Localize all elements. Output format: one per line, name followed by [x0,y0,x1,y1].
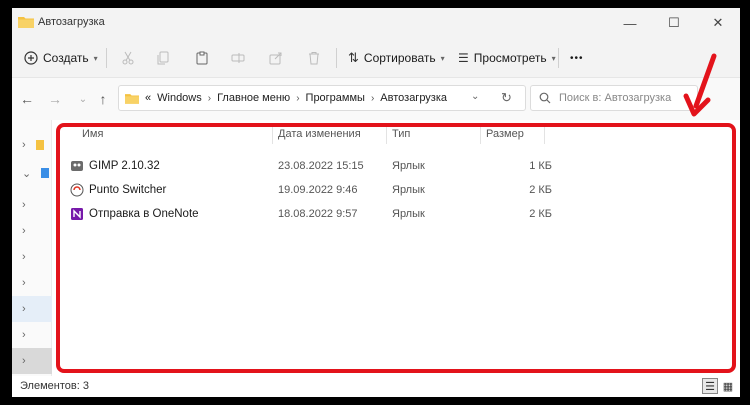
plus-circle-icon [24,51,38,65]
share-icon[interactable] [266,48,286,68]
search-input[interactable]: Поиск в: Автозагрузка [530,85,698,111]
nav-expand-chevron[interactable]: › [12,132,52,158]
chevron-right-icon: › [370,92,375,104]
file-row[interactable]: Отправка в OneNote 18.08.2022 9:57 Ярлык… [70,202,570,226]
navigation-pane: › ⌄ › › › › › › › [12,120,52,376]
column-header-type[interactable]: Тип [392,124,410,144]
nav-collapse-chevron[interactable]: ⌄ [12,160,52,186]
back-button[interactable]: ← [18,90,36,108]
create-button[interactable]: Создать ▾ [24,46,98,70]
nav-expand-chevron[interactable]: › [12,348,52,374]
rename-icon[interactable] [228,48,248,68]
forward-button[interactable]: → [46,90,64,108]
explorer-window: Автозагрузка — ☐ ✕ Создать ▾ ⇅ Сортирова… [12,8,740,397]
column-header-date[interactable]: Дата изменения [278,124,361,144]
paste-icon[interactable] [192,48,212,68]
view-button[interactable]: ☰ Просмотреть ▾ [458,46,556,70]
file-type: Ярлык [392,208,425,220]
minimize-button[interactable]: — [608,8,652,38]
sort-icon: ⇅ [348,50,359,65]
recent-dropdown-icon[interactable]: ⌄ [74,90,92,108]
column-divider[interactable] [386,124,387,144]
chevron-down-icon: ▾ [440,53,445,63]
tiles-view-icon[interactable]: ▦ [720,378,736,394]
onenote-icon [70,207,84,221]
create-label: Создать [43,51,89,65]
file-size: 2 КБ [529,208,552,220]
search-placeholder: Поиск в: Автозагрузка [559,92,672,104]
annotation-arrow-icon [683,53,717,117]
address-prefix: « [145,92,152,104]
cut-icon[interactable] [118,48,138,68]
file-name: GIMP 2.10.32 [89,160,160,172]
status-bar: Элементов: 3 ☰ ▦ [12,376,740,397]
toolbar-divider [336,48,337,68]
view-label: Просмотреть [473,51,547,65]
toolbar-divider [106,48,107,68]
punto-switcher-icon [70,183,84,197]
title-bar: Автозагрузка — ☐ ✕ [12,8,740,38]
nav-expand-chevron-selected[interactable]: › [12,296,52,322]
column-header-name[interactable]: Имя [82,124,103,144]
column-header-size[interactable]: Размер [486,124,524,144]
folder-icon [35,140,44,150]
file-size: 2 КБ [529,184,552,196]
file-date: 18.08.2022 9:57 [278,208,358,220]
nav-expand-chevron[interactable]: › [12,192,52,218]
file-list: Имя Дата изменения Тип Размер GIMP 2.10.… [52,120,740,376]
nav-expand-chevron[interactable]: › [12,322,52,348]
toolbar-divider [558,48,559,68]
item-count: Элементов: 3 [20,380,89,392]
file-date: 19.09.2022 9:46 [278,184,358,196]
sort-button[interactable]: ⇅ Сортировать ▾ [348,46,445,70]
navigation-bar: ← → ⌄ ↑ « Windows › Главное меню › Прогр… [12,78,740,120]
sort-label: Сортировать [363,51,436,65]
delete-icon[interactable] [304,48,324,68]
command-bar: Создать ▾ ⇅ Сортировать ▾ ☰ Просмотреть … [12,38,740,78]
close-button[interactable]: ✕ [696,8,740,38]
details-view-icon[interactable]: ☰ [702,378,718,394]
file-type: Ярлык [392,184,425,196]
up-button[interactable]: ↑ [94,90,112,108]
file-row[interactable]: GIMP 2.10.32 23.08.2022 15:15 Ярлык 1 КБ [70,154,570,178]
breadcrumb-startup[interactable]: Автозагрузка [380,92,447,104]
file-name: Punto Switcher [89,184,167,196]
column-divider[interactable] [480,124,481,144]
copy-icon[interactable] [154,48,174,68]
refresh-icon[interactable]: ↻ [501,90,512,106]
chevron-down-icon: ▾ [551,53,556,63]
file-type: Ярлык [392,160,425,172]
folder-icon [125,93,139,104]
gimp-icon [70,159,84,173]
breadcrumb-start-menu[interactable]: Главное меню [217,92,290,104]
file-size: 1 КБ [529,160,552,172]
chevron-right-icon: › [296,92,300,104]
chevron-right-icon: › [207,92,212,104]
address-bar[interactable]: « Windows › Главное меню › Программы › А… [118,85,526,111]
maximize-button[interactable]: ☐ [652,8,696,38]
search-icon [539,92,551,104]
folder-icon [18,17,34,28]
nav-expand-chevron[interactable]: › [12,244,52,270]
column-divider[interactable] [272,124,273,144]
window-title: Автозагрузка [38,16,105,28]
breadcrumb-windows[interactable]: Windows [157,92,202,104]
breadcrumb-programs[interactable]: Программы [306,92,365,104]
view-list-icon: ☰ [458,51,469,65]
file-row[interactable]: Punto Switcher 19.09.2022 9:46 Ярлык 2 К… [70,178,570,202]
nav-expand-chevron[interactable]: › [12,218,52,244]
column-divider[interactable] [544,124,545,144]
file-name: Отправка в OneNote [89,208,199,220]
more-options-button[interactable]: ••• [570,46,584,70]
chevron-down-icon: ▾ [93,53,98,63]
pc-icon [41,168,50,178]
nav-expand-chevron[interactable]: › [12,270,52,296]
address-dropdown-icon[interactable]: ⌄ [471,91,479,102]
file-date: 23.08.2022 15:15 [278,160,364,172]
